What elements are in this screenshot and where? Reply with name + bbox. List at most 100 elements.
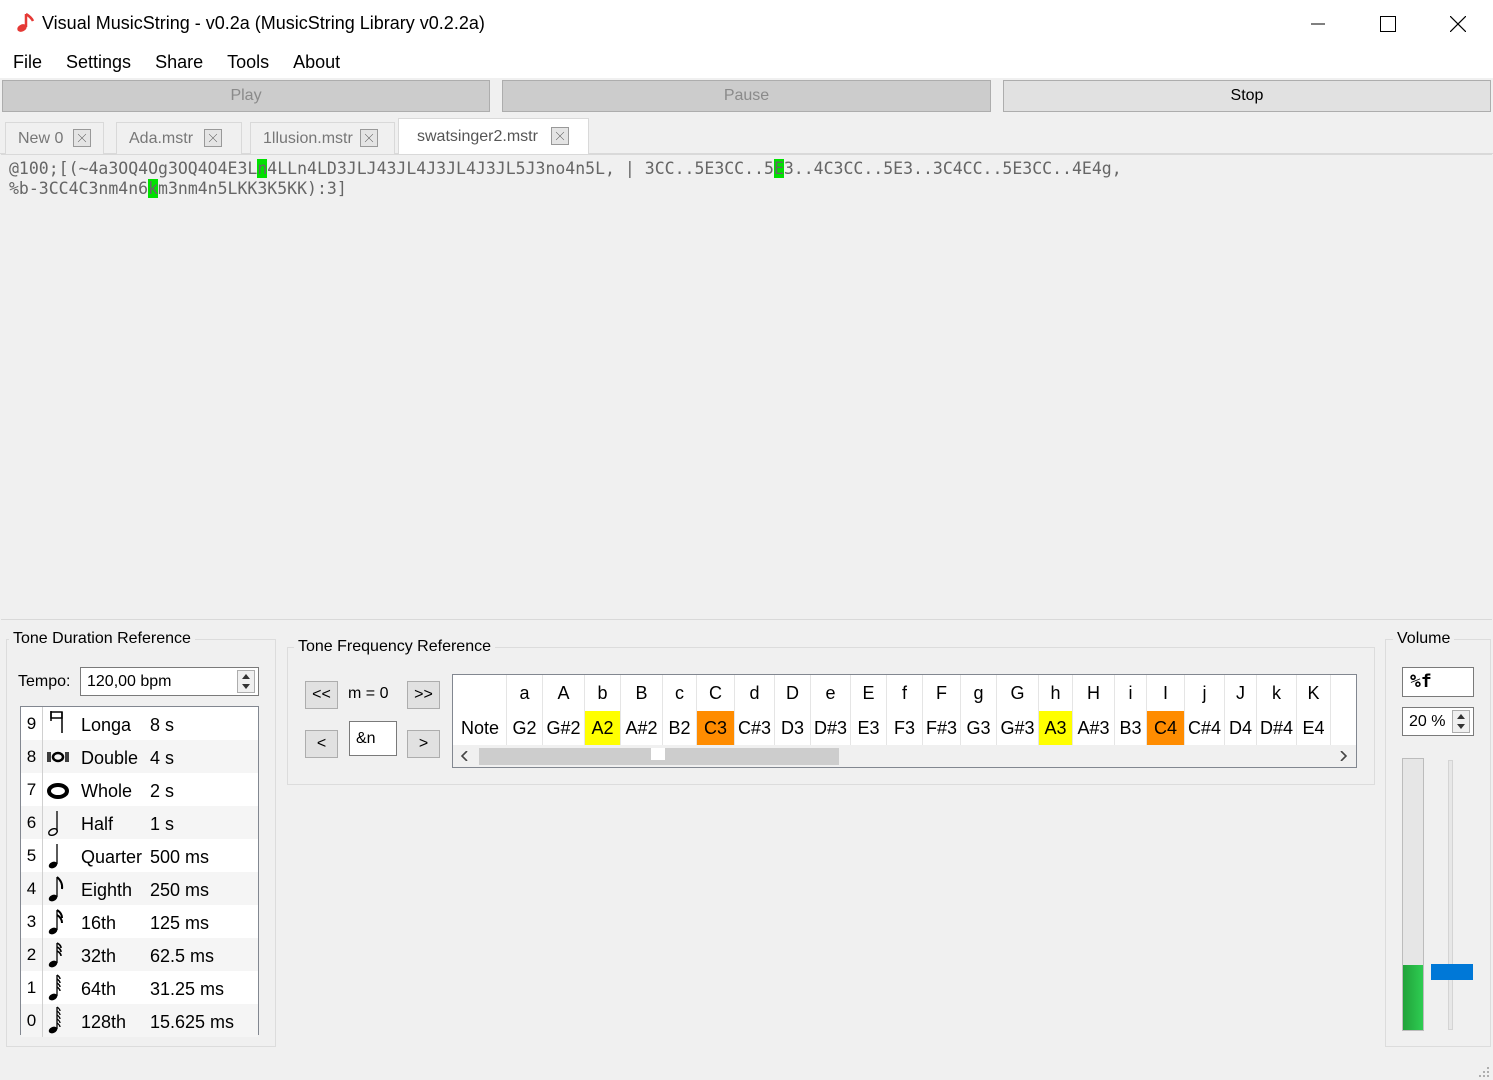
note-column[interactable]: b A2 [585, 675, 621, 745]
menu-tools[interactable]: Tools [215, 48, 281, 78]
note-column[interactable]: f F3 [887, 675, 923, 745]
tab-close-icon[interactable] [204, 129, 222, 147]
note-key: J [1236, 683, 1245, 703]
note-frequency-table[interactable]: Note a G2 A G#2 b A2 B A#2 c B2 C C3 d C#3 D D3 e D#3 E E3 f… [452, 674, 1357, 768]
note-column[interactable]: c B2 [663, 675, 697, 745]
duration-row[interactable]: 0 128th 15.625 ms [21, 1004, 258, 1037]
note-column[interactable]: g G3 [961, 675, 997, 745]
duration-row[interactable]: 9 Longa 8 s [21, 707, 258, 740]
note-column[interactable]: K E4 [1297, 675, 1331, 745]
duration-list[interactable]: 9 Longa 8 s 8 Double 4 s 7 Whole 2 s 6 Half 1 s 5 Qua… [20, 706, 259, 1037]
note-column[interactable]: i B3 [1115, 675, 1147, 745]
note-input[interactable]: &n [349, 721, 397, 756]
volume-code-field[interactable]: %f [1402, 667, 1474, 697]
duration-row[interactable]: 5 Quarter 500 ms [21, 839, 258, 872]
tempo-value: 120,00 bpm [87, 673, 172, 690]
note-key: i [1128, 683, 1133, 703]
note-column[interactable]: J D4 [1225, 675, 1257, 745]
duration-name: 128th [81, 1012, 127, 1032]
note-column[interactable]: B A#2 [621, 675, 663, 745]
note-column[interactable]: I C4 [1147, 675, 1185, 745]
editor-text: @100;[(~4a3OQ4Og3OQ4O4E3L [9, 159, 258, 178]
volume-slider-track[interactable] [1448, 760, 1453, 1030]
tab-new-0[interactable]: New 0 [5, 122, 104, 154]
prev-octave-button[interactable]: << [305, 681, 338, 709]
note-column[interactable]: D D3 [775, 675, 811, 745]
note-column[interactable]: A G#2 [543, 675, 585, 745]
duration-row[interactable]: 2 32th 62.5 ms [21, 938, 258, 971]
stop-button[interactable]: Stop [1003, 80, 1491, 112]
note-column[interactable]: k D#4 [1257, 675, 1297, 745]
duration-row[interactable]: 7 Whole 2 s [21, 773, 258, 806]
maximize-button[interactable] [1353, 0, 1423, 48]
tab-1llusion[interactable]: 1llusion.mstr [250, 122, 395, 154]
spin-up-icon[interactable] [1457, 713, 1465, 719]
duration-value: 1 s [150, 814, 175, 834]
prev-note-button[interactable]: < [305, 730, 338, 758]
note-column[interactable]: E E3 [851, 675, 887, 745]
volume-slider-thumb[interactable] [1431, 964, 1473, 980]
note-key: e [825, 683, 836, 703]
note-column[interactable]: C C3 [697, 675, 735, 745]
tempo-input[interactable]: 120,00 bpm [80, 667, 259, 696]
close-button[interactable] [1423, 0, 1493, 48]
duration-index: 9 [21, 707, 43, 740]
tab-close-icon[interactable] [360, 129, 378, 147]
minimize-button[interactable] [1283, 0, 1353, 48]
note-key: A [557, 683, 570, 703]
note-column[interactable]: G G#3 [997, 675, 1039, 745]
play-button[interactable]: Play [2, 80, 490, 112]
duration-value: 8 s [150, 715, 175, 735]
menu-file[interactable]: File [0, 48, 54, 78]
menu-about[interactable]: About [281, 48, 352, 78]
duration-row[interactable]: 6 Half 1 s [21, 806, 258, 839]
duration-index: 2 [21, 938, 43, 971]
note-name: C4 [1147, 711, 1184, 745]
duration-index: 1 [21, 971, 43, 1004]
volume-spinner[interactable] [1452, 710, 1470, 733]
next-octave-button[interactable]: >> [407, 681, 440, 709]
note-column[interactable]: e D#3 [811, 675, 851, 745]
note-column[interactable]: H A#3 [1073, 675, 1115, 745]
note-column[interactable]: h A3 [1039, 675, 1073, 745]
menu-share[interactable]: Share [143, 48, 215, 78]
duration-row[interactable]: 1 64th 31.25 ms [21, 971, 258, 1004]
note-column[interactable]: d C#3 [735, 675, 775, 745]
duration-row[interactable]: 4 Eighth 250 ms [21, 872, 258, 905]
tab-swatsinger2[interactable]: swatsinger2.mstr [398, 118, 589, 155]
playback-cursor-highlight: n [257, 159, 268, 178]
next-note-button[interactable]: > [407, 730, 440, 758]
duration-value: 500 ms [150, 847, 210, 867]
volume-title: Volume [1393, 630, 1455, 648]
duration-row[interactable]: 3 16th 125 ms [21, 905, 258, 938]
pause-button[interactable]: Pause [502, 80, 991, 112]
playback-cursor-highlight: E [773, 159, 784, 178]
note-column[interactable]: F F#3 [923, 675, 961, 745]
duration-row[interactable]: 8 Double 4 s [21, 740, 258, 773]
note-name: E4 [1302, 718, 1325, 738]
horizontal-scrollbar[interactable] [453, 745, 1356, 767]
tab-close-icon[interactable] [551, 127, 569, 145]
scroll-left-icon[interactable] [460, 751, 468, 761]
note-key: a [519, 683, 530, 703]
volume-level-meter [1402, 758, 1424, 1031]
tempo-spinner[interactable] [237, 670, 255, 693]
sixty-fourth-note-icon [45, 973, 71, 1002]
resize-grip-icon[interactable] [1476, 1064, 1490, 1078]
spin-down-icon[interactable] [1457, 724, 1465, 730]
note-key: k [1272, 683, 1281, 703]
note-column[interactable]: j C#4 [1185, 675, 1225, 745]
volume-percent-input[interactable]: 20 % [1402, 707, 1474, 736]
tab-ada[interactable]: Ada.mstr [116, 122, 242, 154]
note-name: D#3 [813, 718, 848, 738]
tab-close-icon[interactable] [73, 129, 91, 147]
menu-settings[interactable]: Settings [54, 48, 143, 78]
duration-name: 16th [81, 913, 117, 933]
spin-down-icon[interactable] [242, 684, 250, 690]
scroll-right-icon[interactable] [1340, 751, 1348, 761]
note-column[interactable]: a G2 [507, 675, 543, 745]
musicstring-editor[interactable]: @100;[(~4a3OQ4Og3OQ4O4E3Ln4LLn4LD3JLJ43J… [1, 154, 1492, 620]
thirty-second-note-icon [45, 940, 71, 969]
spin-up-icon[interactable] [242, 673, 250, 679]
note-name: G#2 [546, 718, 581, 738]
